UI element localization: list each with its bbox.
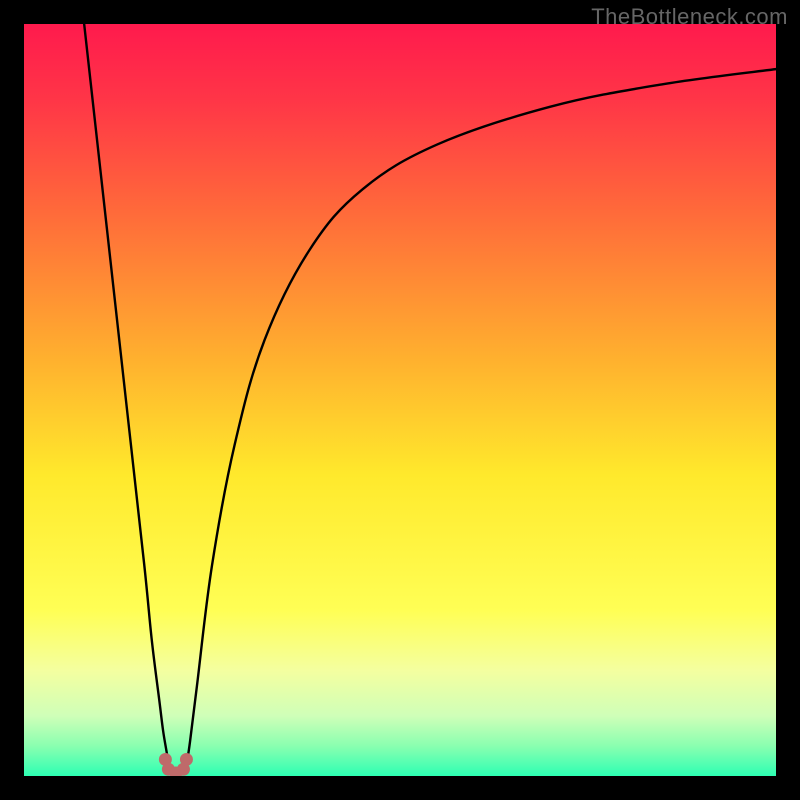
chart-svg xyxy=(24,24,776,776)
watermark-text: TheBottleneck.com xyxy=(591,4,788,30)
gradient-background xyxy=(24,24,776,776)
chart-frame: TheBottleneck.com xyxy=(0,0,800,800)
plot-area xyxy=(24,24,776,776)
valley-dot xyxy=(180,753,193,766)
